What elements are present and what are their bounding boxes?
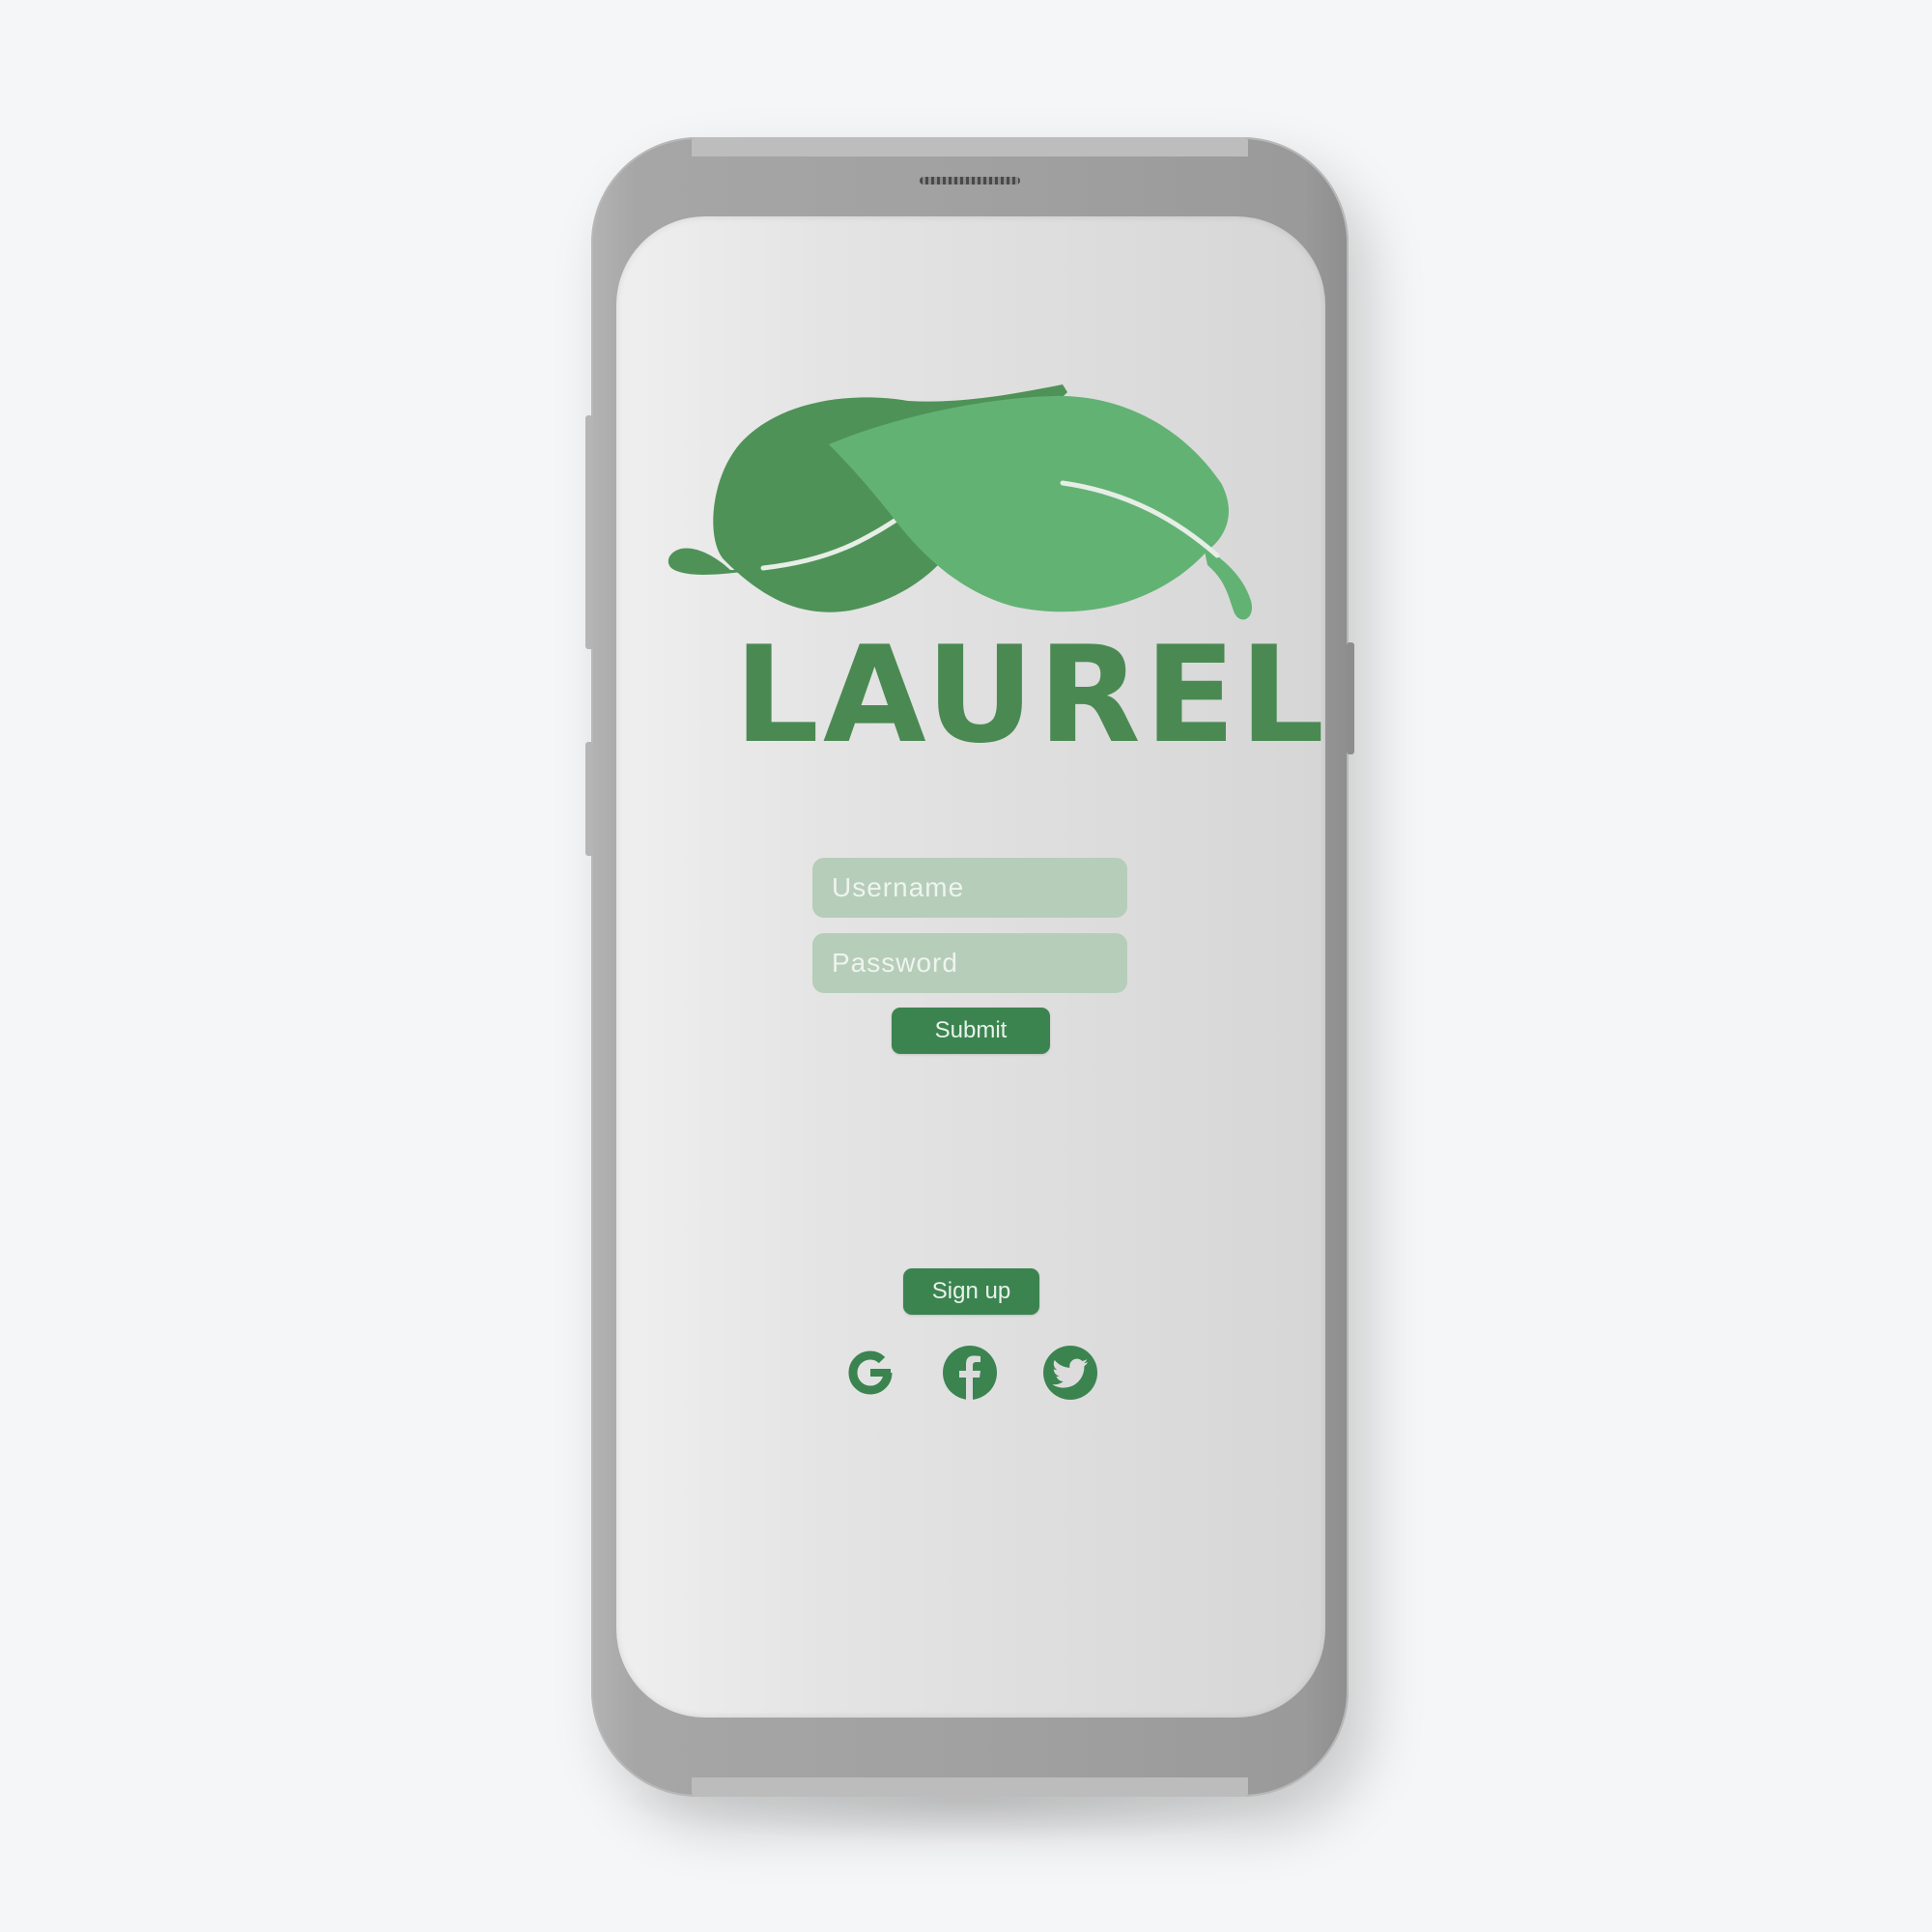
facebook-login-button[interactable] [942,1345,998,1401]
laurel-leaves-icon [668,384,1253,620]
twitter-icon [1043,1346,1097,1400]
google-icon [848,1350,893,1395]
password-input[interactable] [812,933,1127,993]
brand-wordmark: LAUREL [734,617,1329,773]
power-button [1347,642,1354,754]
earpiece-speaker [920,177,1020,185]
submit-button[interactable]: Submit [892,1008,1050,1054]
phone-top-rail [692,137,1248,156]
signup-button[interactable]: Sign up [903,1268,1039,1315]
username-input[interactable] [812,858,1127,918]
phone-bottom-rail [692,1777,1248,1797]
mockup-stage: LAUREL Submit Sign up [0,0,1932,1932]
bixby-button [585,742,593,856]
volume-button [585,415,593,649]
twitter-login-button[interactable] [1042,1345,1098,1401]
facebook-icon [943,1346,997,1400]
google-login-button[interactable] [842,1345,898,1401]
